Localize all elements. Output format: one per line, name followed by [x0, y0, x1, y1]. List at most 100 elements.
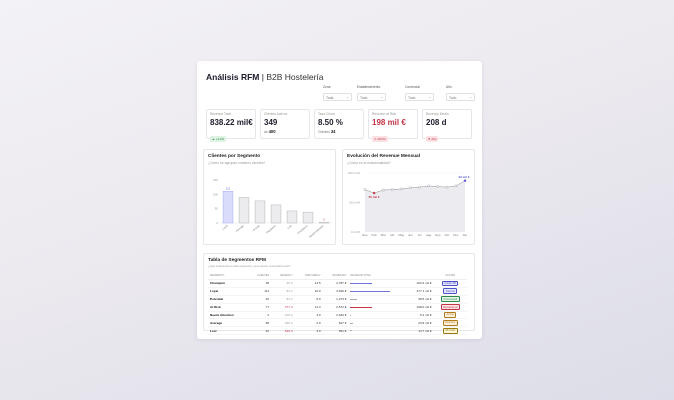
action-tag[interactable]: Activar	[444, 312, 457, 318]
table-row[interactable]: Potential 46 84 d 6.9 1,273 €58.5 mil € Cross…	[208, 295, 467, 304]
chevron-down-icon: ⌄	[380, 95, 383, 99]
segment-cell: Champion	[208, 279, 248, 288]
x-tick-label: Ene	[362, 233, 368, 237]
action-tag[interactable]: Reactivar	[442, 319, 458, 326]
data-label: 2	[323, 217, 325, 221]
bar-at-risk	[254, 200, 266, 224]
table-row[interactable]: Champion 38 35 d 14.5 4,787 €162.6 mil € Cuid…	[208, 279, 467, 288]
kpi-revenue-total: Revenue Total 838.22 mil€ ▲ +3.2%	[206, 109, 256, 142]
kpi-recency-medio: Recency Medio 208 d ▼ Alto	[422, 109, 472, 142]
comercial-select[interactable]: Todo ⌄	[405, 93, 434, 101]
action-cell: Win-back	[433, 326, 467, 336]
ano-select[interactable]: Todo ⌄	[446, 93, 475, 101]
data-point	[463, 179, 467, 182]
action-tag[interactable]: Cross-Upsell	[441, 296, 460, 303]
frequency-cell: 3.0	[294, 311, 323, 320]
monetary-cell: 2,620 €	[322, 311, 349, 320]
action-tag[interactable]: Win-back	[442, 327, 458, 334]
kpi-clientes-activos: Clientes Activos 349 de 400	[260, 109, 310, 139]
kpi-tasa-churn: Tasa Churn 8.50 % Clientes 34	[314, 109, 364, 139]
action-cell: Activar	[433, 311, 467, 320]
table-row[interactable]: Loyal 111 83 d 10.9 3,460 €377.1 mil € Fideli…	[208, 287, 467, 296]
data-point	[445, 185, 449, 189]
kpi-badge: ⚠ 28.6%	[372, 136, 388, 142]
data-point	[418, 185, 421, 189]
bar-needs-attention	[318, 222, 330, 224]
recency-cell: 109 d	[271, 311, 295, 320]
revenue-bar	[350, 322, 353, 324]
revenue-cell: 23.9 mil €	[348, 318, 434, 328]
min-label: 65 mil €	[369, 195, 380, 199]
bar-lost	[286, 210, 298, 224]
monetary-cell: 2,572 €	[322, 303, 349, 312]
table-row[interactable]: Lost 42 649 d 3.0 351 €14.7 mil € Win-back	[208, 326, 467, 336]
table-row[interactable]: At Risk 77 377 d 11.3 2,572 €198.0 mil € Recu…	[208, 303, 467, 312]
table-row[interactable]: Needs Attention 2 109 d 3.0 2,620 €5.2 mil €…	[208, 311, 467, 320]
data-point	[409, 186, 412, 190]
recency-cell: 290 d	[271, 318, 295, 328]
bar-champions	[302, 211, 314, 224]
y-tick-label: 100 mil €	[348, 171, 361, 175]
clients-cell: 46	[247, 295, 272, 304]
x-tick-label: May	[399, 233, 405, 237]
recency-cell: 35 d	[271, 279, 295, 288]
action-cell: Cross-Upsell	[433, 295, 467, 304]
y-tick-label: 150	[213, 178, 218, 182]
revenue-cell: 58.5 mil €	[348, 295, 434, 304]
segment-cell: At Risk	[208, 303, 248, 312]
monetary-cell: 351 €	[322, 326, 349, 336]
action-tag[interactable]: Recuperar ya	[440, 304, 460, 310]
card-title: Tabla de Segmentos RFM	[208, 258, 267, 263]
segment-cell: Average	[208, 318, 248, 328]
zona-select[interactable]: Toda ⌄	[323, 93, 352, 101]
x-tick-label: Feb	[372, 233, 378, 237]
frequency-cell: 10.9	[294, 287, 323, 296]
kpi-value: 198 mil €	[372, 118, 406, 127]
area-fill	[365, 180, 465, 232]
x-tick-label: Average	[235, 223, 245, 233]
filter-label: Establecimiento	[357, 85, 381, 89]
action-cell: Cuidar VIP	[433, 279, 467, 288]
data-point	[363, 188, 367, 191]
kpi-label: Revenue Total	[210, 112, 232, 116]
data-point	[381, 188, 385, 192]
x-tick-label: Ago	[426, 233, 432, 237]
data-point	[436, 185, 440, 188]
clients-cell: 89	[247, 318, 272, 328]
kpi-label: Clientes Activos	[264, 112, 288, 116]
kpi-label: Tasa Churn	[318, 112, 335, 116]
data-label: 111	[226, 187, 231, 191]
segments-chart-card: Clientes por Segmento ¿Cómo se agrupan n…	[203, 149, 336, 245]
filter-comercial: Comercial Todo ⌄	[405, 85, 434, 101]
action-tag[interactable]: Fidelizar	[443, 288, 458, 295]
kpi-sub: Clientes 34	[318, 129, 336, 134]
kpi-value: 838.22 mil€	[210, 118, 253, 127]
x-tick-label: Champions	[296, 223, 309, 235]
action-cell: Recuperar ya	[433, 303, 467, 312]
filter-establecimiento: Establecimiento Todo ⌄	[357, 85, 386, 101]
segment-cell: Needs Attention	[208, 311, 248, 320]
revenue-bar	[350, 283, 373, 285]
x-tick-label: Lost	[286, 224, 293, 230]
clients-cell: 2	[247, 311, 272, 320]
y-tick-label: 0 mil €	[351, 230, 360, 234]
data-point	[454, 184, 458, 188]
filter-ano: Año Todo ⌄	[446, 85, 475, 101]
revenue-bar	[350, 298, 357, 300]
frequency-cell: 11.3	[294, 303, 323, 312]
y-tick-label: 50	[215, 207, 219, 211]
action-tag[interactable]: Cuidar VIP	[442, 280, 459, 287]
clients-cell: 38	[247, 279, 272, 288]
data-point	[400, 187, 403, 191]
frequency-cell: 3.0	[294, 326, 323, 336]
table-row[interactable]: Average 89 290 d 2.9 627 €23.9 mil € Reactiva…	[208, 318, 467, 328]
max-label: 93 mil €	[458, 175, 469, 179]
page-title: Análisis RFM | B2B Hostelería	[206, 72, 324, 82]
kpi-value: 208 d	[426, 118, 447, 127]
clients-cell: 77	[247, 303, 272, 312]
y-tick-label: 100	[213, 192, 218, 196]
x-tick-label: Regulares	[265, 223, 277, 234]
establecimiento-select[interactable]: Todo ⌄	[357, 93, 386, 101]
action-cell: Reactivar	[433, 318, 467, 328]
x-tick-label: Nov	[453, 233, 459, 237]
